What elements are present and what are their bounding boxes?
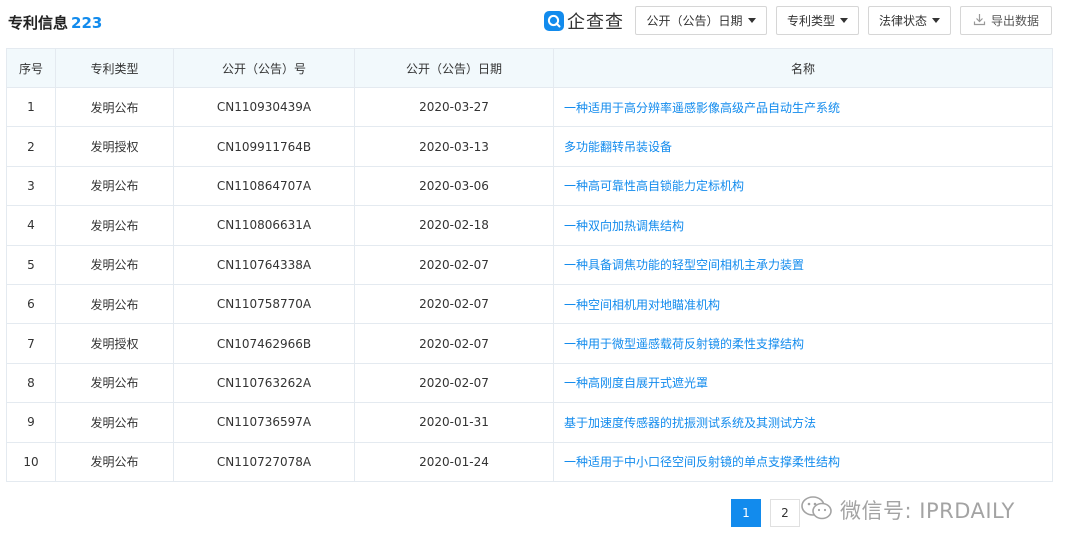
row-index: 7: [6, 323, 56, 364]
row-index: 9: [6, 402, 56, 443]
row-type: 发明公布: [55, 441, 174, 482]
row-date: 2020-02-07: [354, 323, 554, 364]
row-name-link[interactable]: 基于加速度传感器的扰振测试系统及其测试方法: [553, 402, 1053, 443]
wechat-watermark: 微信号: IPRDAILY: [800, 490, 1015, 530]
column-header-pub-no: 公开（公告）号: [173, 48, 355, 88]
qichacha-logo: 企查查: [544, 9, 624, 33]
row-index: 10: [6, 441, 56, 482]
page-1-button[interactable]: 1: [731, 499, 761, 527]
logo-text: 企查查: [567, 12, 624, 33]
row-index: 6: [6, 283, 56, 325]
date-filter-dropdown[interactable]: 公开（公告）日期: [635, 6, 767, 35]
row-pub-no: CN110763262A: [173, 362, 355, 404]
row-name-link[interactable]: 一种高可靠性高自锁能力定标机构: [553, 165, 1053, 207]
patent-table: 序号 专利类型 公开（公告）号 公开（公告）日期 名称 1 发明公布 CN110…: [6, 48, 1053, 482]
row-date: 2020-03-13: [354, 126, 554, 167]
row-type: 发明授权: [55, 323, 174, 364]
row-pub-no: CN110764338A: [173, 244, 355, 285]
table-row: 4 发明公布 CN110806631A 2020-02-18 一种双向加热调焦结…: [6, 205, 1053, 246]
table-row: 1 发明公布 CN110930439A 2020-03-27 一种适用于高分辨率…: [6, 86, 1053, 128]
column-header-type: 专利类型: [55, 48, 174, 88]
row-pub-no: CN110758770A: [173, 283, 355, 325]
patent-count: 223: [71, 14, 103, 32]
row-type: 发明公布: [55, 165, 174, 207]
row-name-link[interactable]: 一种适用于高分辨率遥感影像高级产品自动生产系统: [553, 86, 1053, 128]
row-type: 发明公布: [55, 362, 174, 404]
row-pub-no: CN110727078A: [173, 441, 355, 482]
wechat-icon: [800, 494, 834, 526]
row-name-link[interactable]: 一种适用于中小口径空间反射镜的单点支撑柔性结构: [553, 441, 1053, 482]
qichacha-logo-icon: [544, 11, 564, 31]
table-row: 3 发明公布 CN110864707A 2020-03-06 一种高可靠性高自锁…: [6, 165, 1053, 207]
watermark-text: 微信号: IPRDAILY: [840, 499, 1015, 523]
row-name-link[interactable]: 一种具备调焦功能的轻型空间相机主承力装置: [553, 244, 1053, 285]
legal-status-dropdown[interactable]: 法律状态: [868, 6, 951, 35]
row-pub-no: CN107462966B: [173, 323, 355, 364]
caret-down-icon: [840, 18, 848, 23]
patent-type-label: 专利类型: [786, 14, 835, 28]
row-date: 2020-03-06: [354, 165, 554, 207]
caret-down-icon: [932, 18, 940, 23]
row-date: 2020-03-27: [354, 86, 554, 128]
table-row: 5 发明公布 CN110764338A 2020-02-07 一种具备调焦功能的…: [6, 244, 1053, 285]
patent-type-dropdown[interactable]: 专利类型: [776, 6, 859, 35]
row-pub-no: CN110864707A: [173, 165, 355, 207]
row-name-link[interactable]: 一种双向加热调焦结构: [553, 205, 1053, 246]
legal-status-label: 法律状态: [878, 14, 927, 28]
export-data-button[interactable]: 导出数据: [960, 6, 1052, 35]
table-row: 2 发明授权 CN109911764B 2020-03-13 多功能翻转吊装设备: [6, 126, 1053, 167]
row-type: 发明授权: [55, 126, 174, 167]
row-date: 2020-02-18: [354, 205, 554, 246]
table-row: 6 发明公布 CN110758770A 2020-02-07 一种空间相机用对地…: [6, 283, 1053, 325]
download-icon: [973, 13, 986, 29]
row-name-link[interactable]: 一种用于微型遥感载荷反射镜的柔性支撑结构: [553, 323, 1053, 364]
row-type: 发明公布: [55, 283, 174, 325]
table-row: 7 发明授权 CN107462966B 2020-02-07 一种用于微型遥感载…: [6, 323, 1053, 364]
row-type: 发明公布: [55, 402, 174, 443]
row-pub-no: CN110806631A: [173, 205, 355, 246]
row-pub-no: CN109911764B: [173, 126, 355, 167]
row-type: 发明公布: [55, 86, 174, 128]
row-index: 5: [6, 244, 56, 285]
row-index: 3: [6, 165, 56, 207]
column-header-name: 名称: [553, 48, 1053, 88]
row-date: 2020-02-07: [354, 244, 554, 285]
row-name-link[interactable]: 多功能翻转吊装设备: [553, 126, 1053, 167]
row-index: 1: [6, 86, 56, 128]
row-name-link[interactable]: 一种空间相机用对地瞄准机构: [553, 283, 1053, 325]
row-pub-no: CN110736597A: [173, 402, 355, 443]
row-index: 4: [6, 205, 56, 246]
row-date: 2020-02-07: [354, 283, 554, 325]
row-date: 2020-01-24: [354, 441, 554, 482]
column-header-index: 序号: [6, 48, 56, 88]
row-index: 2: [6, 126, 56, 167]
pagination: 1 2: [731, 499, 809, 527]
column-header-pub-date: 公开（公告）日期: [354, 48, 554, 88]
table-row: 8 发明公布 CN110763262A 2020-02-07 一种高刚度自展开式…: [6, 362, 1053, 404]
row-type: 发明公布: [55, 205, 174, 246]
page-header: 专利信息 223 企查查 公开（公告）日期 专利类型 法律状态 导出数据: [0, 0, 1080, 44]
row-date: 2020-02-07: [354, 362, 554, 404]
table-header-row: 序号 专利类型 公开（公告）号 公开（公告）日期 名称: [6, 48, 1053, 88]
table-row: 9 发明公布 CN110736597A 2020-01-31 基于加速度传感器的…: [6, 402, 1053, 443]
export-data-label: 导出数据: [990, 14, 1039, 28]
row-date: 2020-01-31: [354, 402, 554, 443]
row-index: 8: [6, 362, 56, 404]
table-row: 10 发明公布 CN110727078A 2020-01-24 一种适用于中小口…: [6, 441, 1053, 482]
row-pub-no: CN110930439A: [173, 86, 355, 128]
section-title-label: 专利信息: [8, 14, 69, 32]
date-filter-label: 公开（公告）日期: [646, 14, 743, 28]
page-2-button[interactable]: 2: [770, 499, 800, 527]
caret-down-icon: [747, 18, 756, 23]
row-name-link[interactable]: 一种高刚度自展开式遮光罩: [553, 362, 1053, 404]
section-title: 专利信息 223: [8, 12, 102, 33]
row-type: 发明公布: [55, 244, 174, 285]
